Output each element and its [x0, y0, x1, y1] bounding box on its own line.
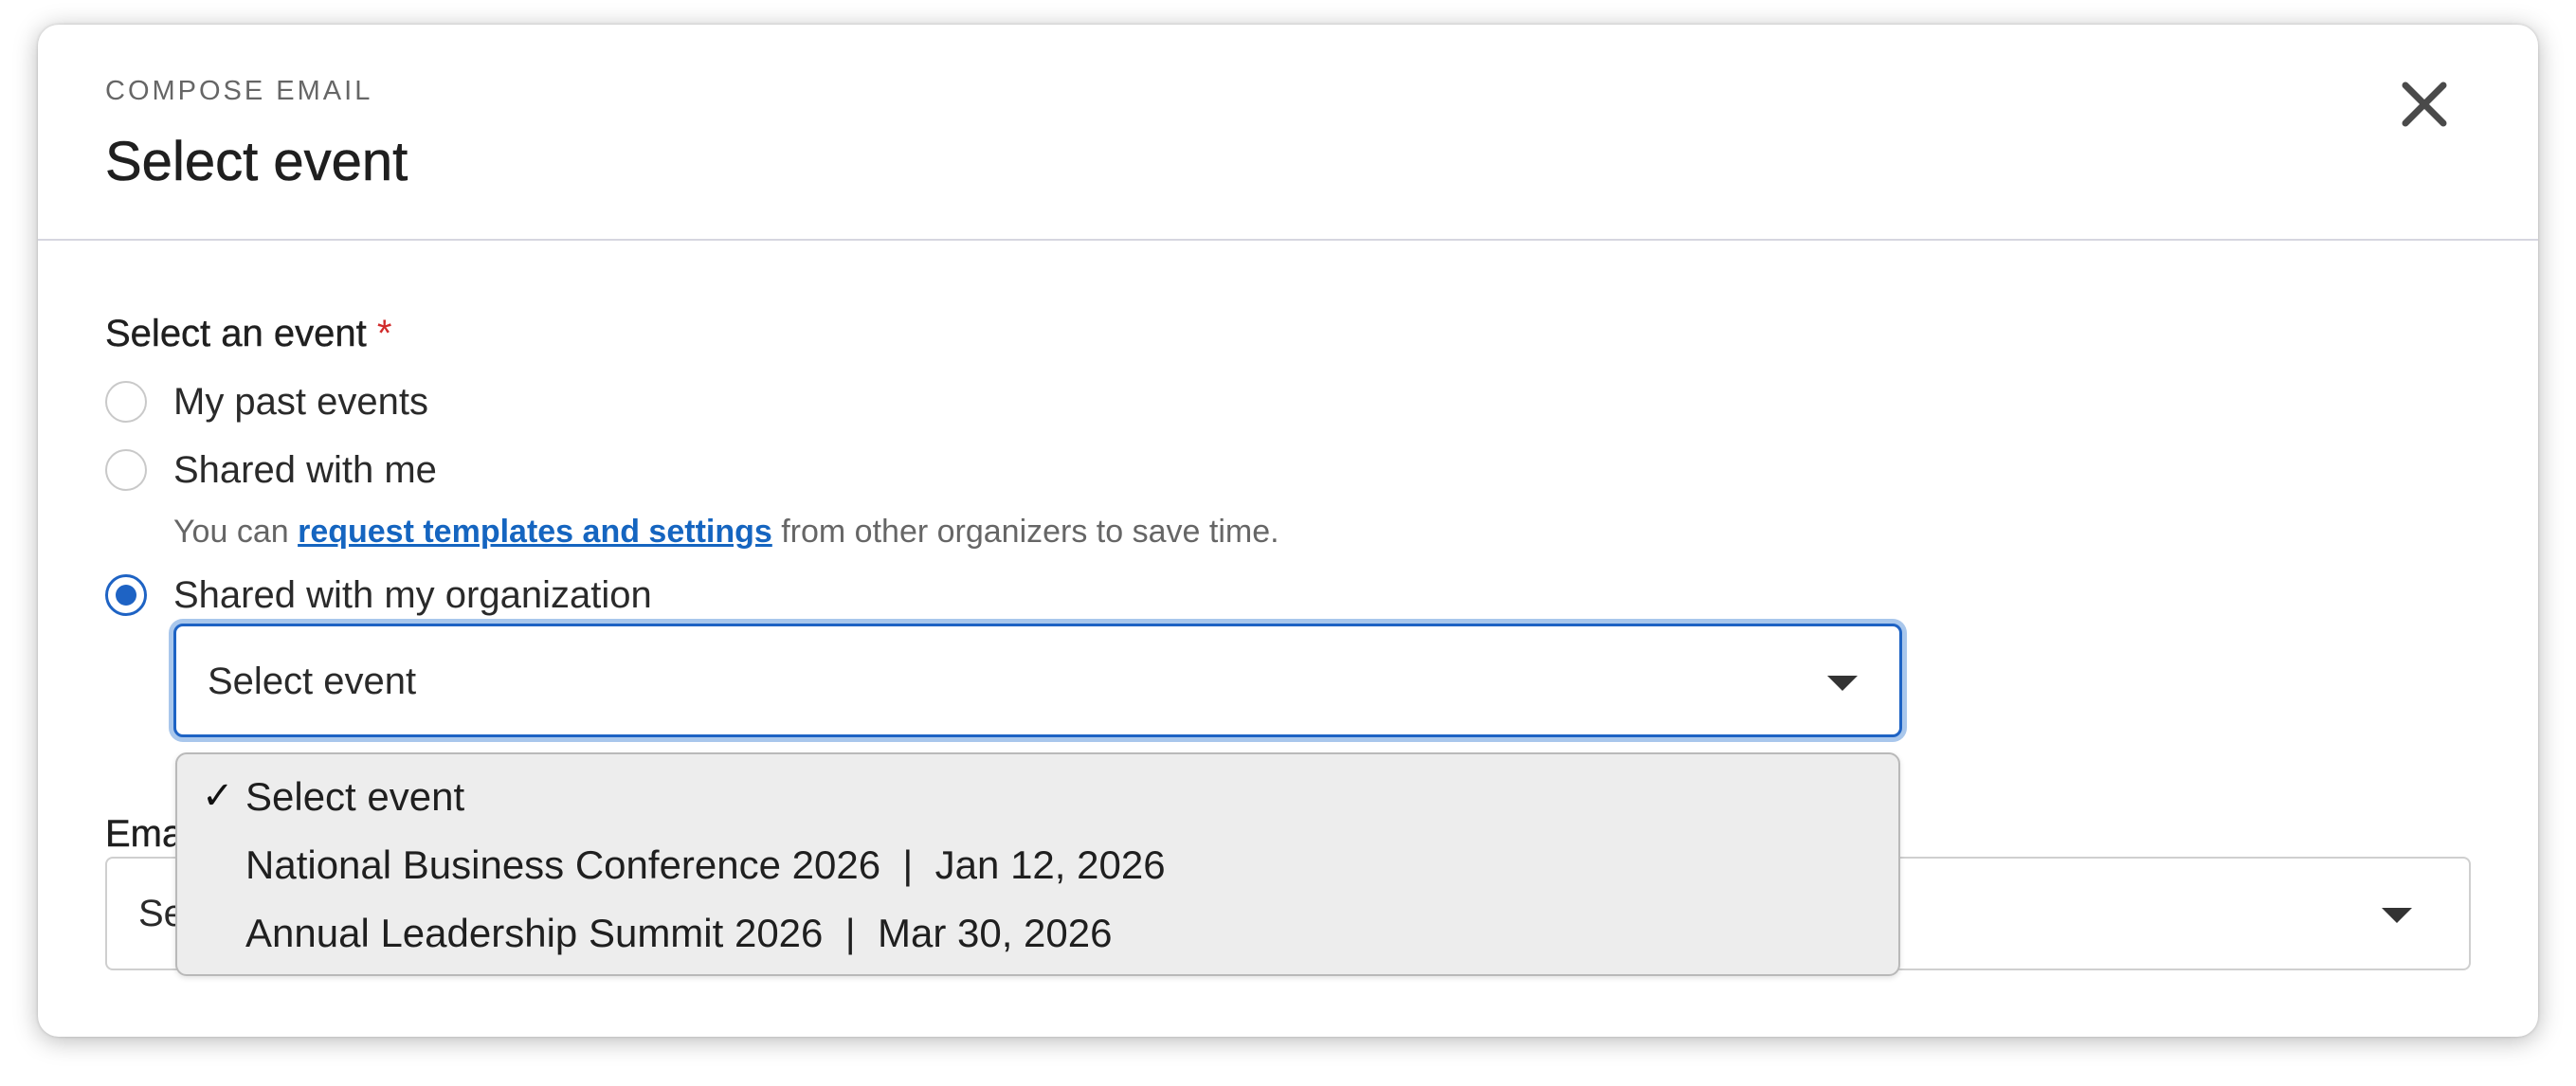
dropdown-option-annual-leadership-summit[interactable]: Annual Leadership Summit 2026 | Mar 30, …: [177, 898, 1898, 963]
checkmark-icon: ✓: [202, 774, 234, 818]
close-icon: [2402, 81, 2447, 127]
modal-header: COMPOSE EMAIL Select event: [38, 25, 2538, 241]
helper-prefix: You can: [173, 514, 299, 550]
radio-label: Shared with my organization: [173, 574, 652, 616]
event-select[interactable]: Select event: [173, 624, 1902, 737]
dropdown-option-national-business-conference[interactable]: National Business Conference 2026 | Jan …: [177, 830, 1898, 895]
chevron-down-icon: [1827, 676, 1858, 691]
radio-button-checked[interactable]: [105, 574, 147, 616]
radio-button[interactable]: [105, 449, 147, 491]
radio-label: My past events: [173, 381, 429, 423]
event-dropdown-list: ✓ Select event National Business Confere…: [175, 752, 1900, 976]
compose-email-modal: COMPOSE EMAIL Select event Select an eve…: [38, 25, 2538, 1037]
dropdown-option-label: Select event: [245, 774, 465, 819]
chevron-down-icon: [2382, 908, 2412, 923]
dropdown-option-label: National Business Conference 2026 | Jan …: [245, 842, 1166, 887]
helper-suffix: from other organizers to save time.: [771, 514, 1279, 550]
radio-label: Shared with me: [173, 449, 437, 491]
required-marker: *: [376, 313, 392, 354]
radio-button[interactable]: [105, 381, 147, 423]
event-select-value: Select event: [208, 661, 417, 702]
email-field-label: Ema: [105, 813, 184, 855]
request-templates-link[interactable]: request templates and settings: [298, 514, 772, 550]
close-button[interactable]: [2396, 76, 2453, 133]
modal-title: Select event: [105, 131, 408, 192]
modal-eyebrow: COMPOSE EMAIL: [105, 76, 373, 106]
event-field-label-text: Select an event: [105, 313, 367, 354]
event-field-label: Select an event *: [105, 313, 392, 354]
dropdown-option-label: Annual Leadership Summit 2026 | Mar 30, …: [245, 911, 1113, 955]
helper-text: You can request templates and settings f…: [173, 516, 1279, 548]
dropdown-option-select-event[interactable]: ✓ Select event: [177, 762, 1898, 826]
